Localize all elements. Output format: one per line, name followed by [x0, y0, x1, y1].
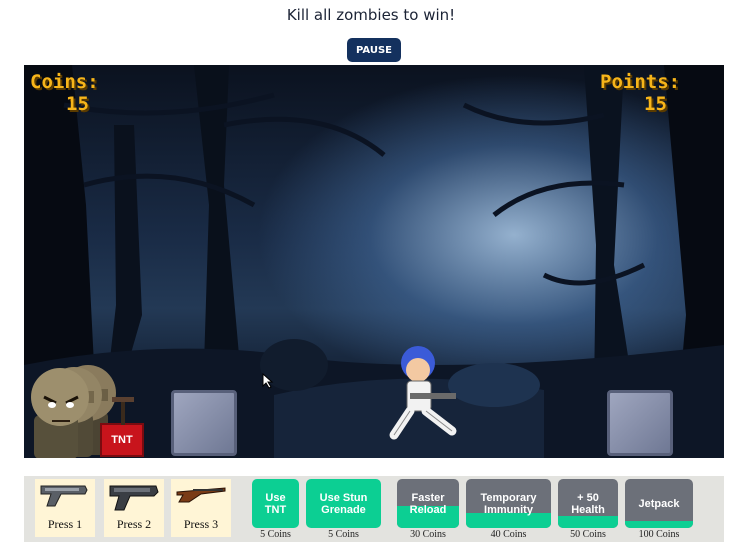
stone-crate-left: [171, 390, 237, 456]
shop-button-label: Temporary Immunity: [480, 491, 537, 516]
weapon-slot-2[interactable]: Press 2: [104, 479, 164, 537]
weapon-key-label: Press 1: [47, 517, 83, 531]
shop-item-temporary-immunity: Temporary Immunity 40 Coins: [466, 479, 551, 540]
shop-button-label: Faster Reload: [409, 491, 447, 516]
points-hud: Points: 15: [600, 71, 680, 115]
shop-item-faster-reload: Faster Reload 30 Coins: [397, 479, 459, 540]
shop-item-jetpack: Jetpack 100 Coins: [625, 479, 693, 540]
jetpack-button[interactable]: Jetpack: [625, 479, 693, 528]
page-title: Kill all zombies to win!: [286, 6, 456, 24]
coins-hud: Coins: 15: [30, 71, 99, 115]
shop-price: 30 Coins: [410, 529, 446, 540]
coins-label: Coins:: [30, 71, 99, 93]
shop-price: 40 Coins: [490, 529, 527, 540]
heavy-pistol-icon: [109, 485, 159, 511]
weapon-slot-1[interactable]: Press 1: [35, 479, 95, 537]
points-label: Points:: [600, 71, 681, 93]
tnt-label: TNT: [111, 434, 133, 446]
weapon-key-label: Press 3: [183, 517, 219, 531]
rifle-icon: [176, 487, 226, 503]
shop-item-stun-grenade: Use Stun Grenade 5 Coins: [306, 479, 381, 540]
stone-crate-right: [607, 390, 673, 456]
shop-item-health: + 50 Health 50 Coins: [558, 479, 618, 540]
shop-price: 5 Coins: [260, 529, 291, 540]
shop-button-label: Use Stun Grenade: [319, 491, 368, 516]
shop-bar: Press 1 Press 2 Press 3 Use TNT 5 Coins …: [24, 476, 724, 542]
use-tnt-button[interactable]: Use TNT: [252, 479, 299, 528]
tnt-plunger-icon: [112, 397, 134, 425]
pause-button[interactable]: PAUSE: [347, 38, 401, 62]
mouse-cursor-icon: [262, 373, 274, 389]
player-character: [389, 346, 457, 440]
faster-reload-button[interactable]: Faster Reload: [397, 479, 459, 528]
plus-50-health-button[interactable]: + 50 Health: [558, 479, 618, 528]
shop-price: 5 Coins: [328, 529, 359, 540]
coins-value: 15: [66, 93, 89, 115]
temporary-immunity-button[interactable]: Temporary Immunity: [466, 479, 551, 528]
shop-button-label: Jetpack: [638, 497, 680, 510]
tnt-box: TNT: [100, 423, 144, 457]
pistol-icon: [40, 485, 88, 507]
use-stun-grenade-button[interactable]: Use Stun Grenade: [306, 479, 381, 528]
game-canvas[interactable]: Coins: 15 Points: 15 TNT: [24, 65, 724, 458]
points-value: 15: [644, 93, 667, 115]
shop-price: 100 Coins: [638, 529, 680, 540]
weapon-slot-3[interactable]: Press 3: [171, 479, 231, 537]
shop-price: 50 Coins: [570, 529, 606, 540]
shop-button-label: Use TNT: [264, 491, 287, 516]
shop-item-tnt: Use TNT 5 Coins: [252, 479, 299, 540]
shop-button-label: + 50 Health: [571, 491, 605, 516]
weapon-key-label: Press 2: [116, 517, 152, 531]
